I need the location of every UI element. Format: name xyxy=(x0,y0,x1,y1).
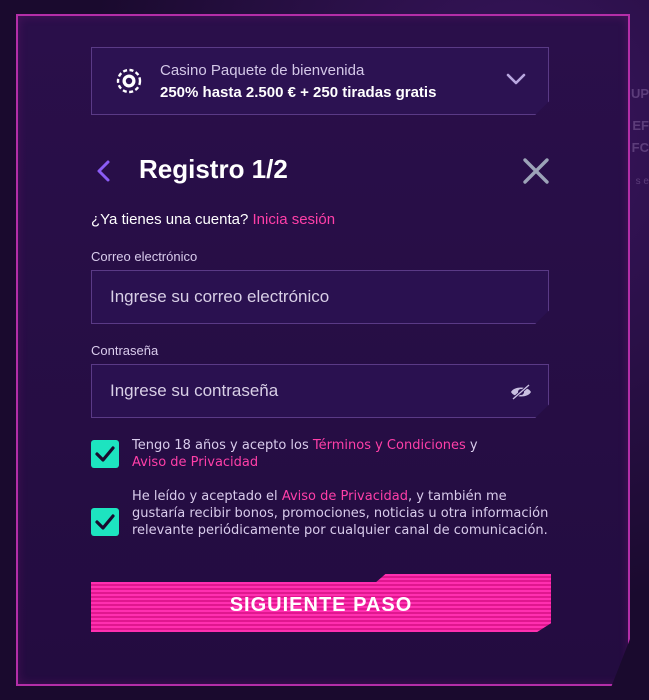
casino-chip-icon xyxy=(116,68,142,94)
background-text: EF xyxy=(632,118,649,133)
have-account-row: ¿Ya tienes una cuenta? Inicia sesión xyxy=(91,211,335,228)
login-link[interactable]: Inicia sesión xyxy=(253,211,336,228)
background-text: UP xyxy=(630,86,649,101)
checkmark-icon xyxy=(95,446,115,462)
age-terms-checkbox[interactable] xyxy=(91,440,119,468)
privacy-link[interactable]: Aviso de Privacidad xyxy=(282,489,408,504)
email-label: Correo electrónico xyxy=(91,249,198,264)
bonus-offer: 250% hasta 2.500 € + 250 tiradas gratis xyxy=(160,84,437,101)
privacy-link[interactable]: Aviso de Privacidad xyxy=(132,455,258,470)
background-text: s e xyxy=(635,176,649,187)
age-terms-text: Tengo 18 años y acepto los Términos y Co… xyxy=(132,437,552,471)
eye-hidden-icon[interactable] xyxy=(510,383,532,401)
chevron-left-icon[interactable] xyxy=(94,158,114,184)
background-text: FC xyxy=(631,140,649,155)
consent-text: He leído y aceptado el xyxy=(132,489,282,504)
next-step-label: SIGUIENTE PASO xyxy=(229,594,413,616)
next-step-button[interactable]: SIGUIENTE PASO xyxy=(91,574,551,632)
password-input[interactable] xyxy=(92,365,548,417)
chevron-down-icon[interactable] xyxy=(506,72,526,86)
password-field-wrapper xyxy=(91,364,549,418)
marketing-consent-text: He leído y aceptado el Aviso de Privacid… xyxy=(132,488,552,539)
marketing-consent-checkbox[interactable] xyxy=(91,508,119,536)
consent-text: y xyxy=(465,438,478,453)
consent-text: Tengo 18 años y acepto los xyxy=(132,438,313,453)
bonus-title: Casino Paquete de bienvenida xyxy=(160,62,365,79)
email-field-wrapper xyxy=(91,270,549,324)
have-account-text: ¿Ya tienes una cuenta? xyxy=(91,211,249,228)
welcome-bonus-banner[interactable]: Casino Paquete de bienvenida 250% hasta … xyxy=(91,47,549,115)
email-input[interactable] xyxy=(92,271,548,323)
password-label: Contraseña xyxy=(91,343,159,358)
terms-link[interactable]: Términos y Condiciones xyxy=(313,438,466,453)
checkmark-icon xyxy=(95,514,115,530)
page-title: Registro 1/2 xyxy=(139,154,288,184)
close-icon[interactable] xyxy=(521,157,551,185)
